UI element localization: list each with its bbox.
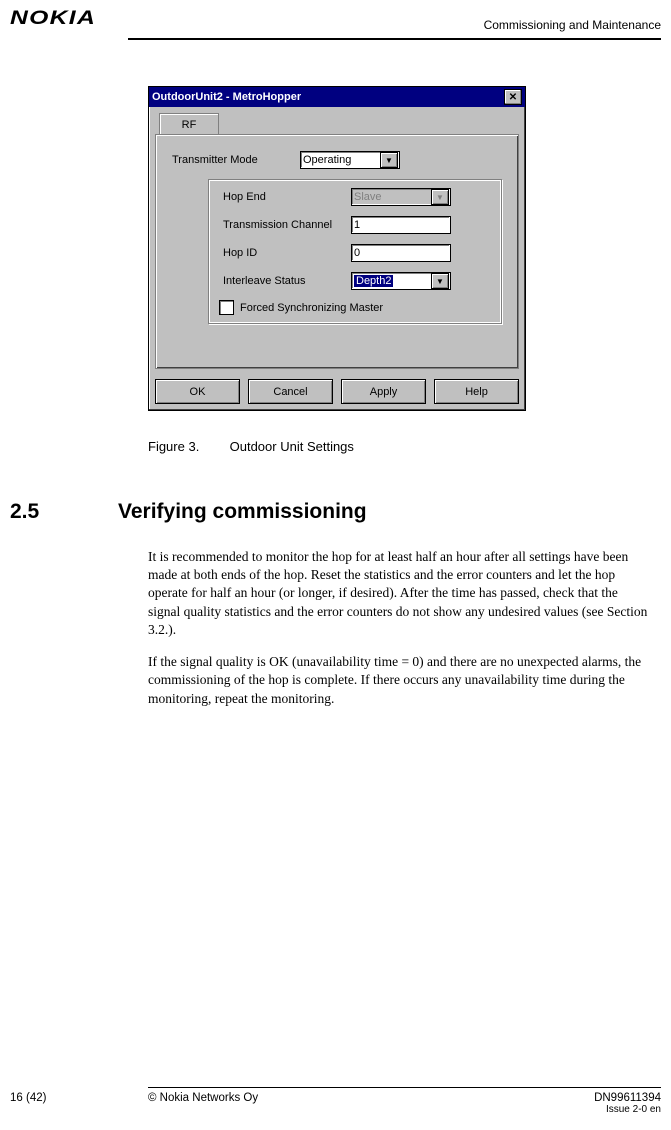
forced-sync-label: Forced Synchronizing Master	[240, 302, 383, 314]
hop-id-label: Hop ID	[223, 247, 351, 259]
header-rule	[128, 38, 661, 40]
interleave-value: Depth2	[354, 275, 393, 287]
window-title: OutdoorUnit2 - MetroHopper	[152, 91, 301, 103]
body-text: It is recommended to monitor the hop for…	[148, 548, 649, 722]
inner-group: Hop End Slave ▼ Transmission Channel 1 H…	[208, 179, 502, 324]
interleave-label: Interleave Status	[223, 275, 351, 287]
titlebar: OutdoorUnit2 - MetroHopper ✕	[149, 87, 525, 107]
brand-logo: NOKIA	[10, 8, 96, 30]
doc-number: DN99611394	[594, 1092, 661, 1104]
hop-end-label: Hop End	[223, 191, 351, 203]
copyright: © Nokia Networks Oy	[148, 1092, 258, 1104]
interleave-dropdown[interactable]: Depth2 ▼	[351, 272, 451, 290]
chevron-down-icon[interactable]: ▼	[431, 273, 449, 289]
paragraph-1: It is recommended to monitor the hop for…	[148, 548, 649, 639]
transmitter-mode-dropdown[interactable]: Operating ▼	[300, 151, 400, 169]
transmission-channel-label: Transmission Channel	[223, 219, 351, 231]
tab-rf[interactable]: RF	[159, 113, 219, 136]
hop-id-input[interactable]: 0	[351, 244, 451, 262]
page-number: 16 (42)	[10, 1092, 46, 1104]
section-number: 2.5	[10, 500, 118, 524]
help-button[interactable]: Help	[434, 379, 519, 404]
section-title: Verifying commissioning	[118, 500, 367, 524]
paragraph-2: If the signal quality is OK (unavailabil…	[148, 653, 649, 708]
footer-rule	[148, 1087, 661, 1088]
transmitter-mode-label: Transmitter Mode	[172, 154, 300, 166]
hop-end-value: Slave	[354, 191, 382, 203]
close-icon[interactable]: ✕	[504, 89, 522, 105]
cancel-button[interactable]: Cancel	[248, 379, 333, 404]
tab-pane: Transmitter Mode Operating ▼ Hop End Sla…	[155, 134, 519, 369]
hop-end-dropdown: Slave ▼	[351, 188, 451, 206]
ok-button[interactable]: OK	[155, 379, 240, 404]
chevron-down-icon: ▼	[431, 189, 449, 205]
dialog-window: OutdoorUnit2 - MetroHopper ✕ RF Transmit…	[148, 86, 526, 411]
chevron-down-icon[interactable]: ▼	[380, 152, 398, 168]
figure-title: Outdoor Unit Settings	[230, 439, 354, 454]
apply-button[interactable]: Apply	[341, 379, 426, 404]
issue-label: Issue 2-0 en	[594, 1104, 661, 1115]
section-label: Commissioning and Maintenance	[484, 18, 661, 32]
transmission-channel-input[interactable]: 1	[351, 216, 451, 234]
figure-caption: Figure 3. Outdoor Unit Settings	[148, 439, 524, 454]
figure-number: Figure 3.	[148, 439, 226, 454]
transmitter-mode-value: Operating	[303, 154, 351, 166]
forced-sync-checkbox[interactable]	[219, 300, 234, 315]
